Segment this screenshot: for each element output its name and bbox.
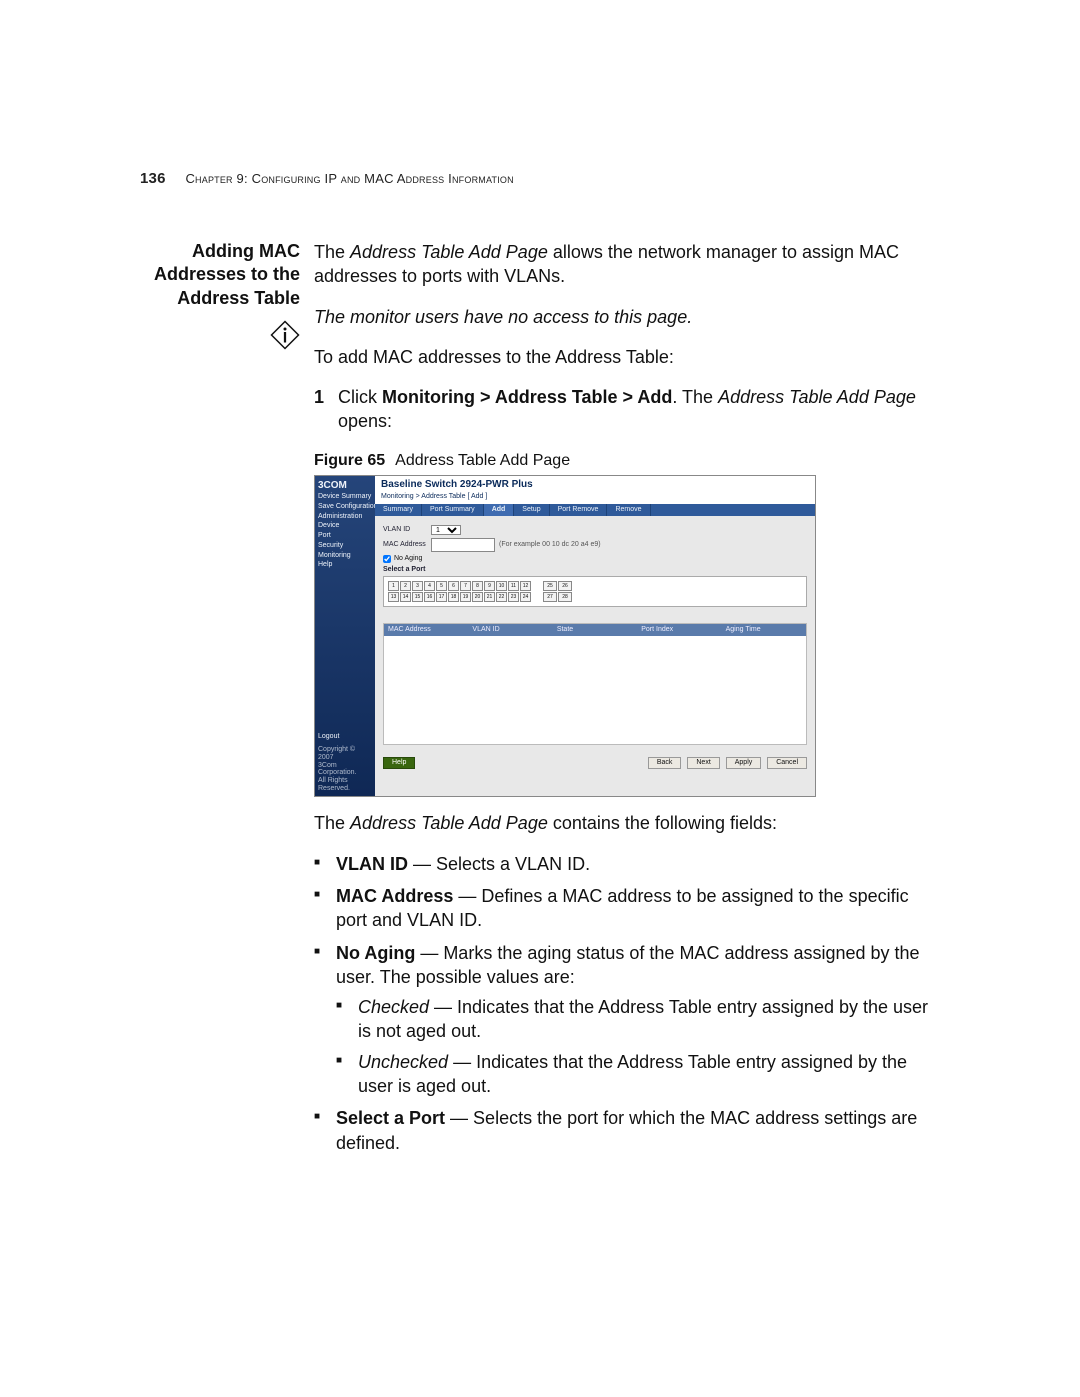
- port-cell[interactable]: 5: [436, 581, 447, 591]
- nav-item[interactable]: Administration: [318, 513, 372, 521]
- port-cell[interactable]: 12: [520, 581, 531, 591]
- cancel-button[interactable]: Cancel: [767, 757, 807, 769]
- step-1: 1 Click Monitoring > Address Table > Add…: [314, 385, 940, 434]
- nav-item[interactable]: Save Configuration: [318, 503, 372, 511]
- port-grid[interactable]: 123456789101112131415161718192021222324: [388, 581, 531, 602]
- back-button[interactable]: Back: [648, 757, 682, 769]
- tab-summary[interactable]: Summary: [375, 504, 422, 516]
- port-cell[interactable]: 4: [424, 581, 435, 591]
- tab-port-remove[interactable]: Port Remove: [550, 504, 608, 516]
- nav-item[interactable]: Device: [318, 522, 372, 530]
- port-cell[interactable]: 23: [508, 592, 519, 602]
- th-mac: MAC Address: [384, 624, 468, 636]
- port-selector: 123456789101112131415161718192021222324 …: [383, 576, 807, 607]
- fig-sidebar: 3COM Device Summary Save Configuration A…: [315, 476, 375, 796]
- fig-footer: Help Back Next Apply Cancel: [375, 751, 815, 775]
- page-number: 136: [140, 170, 166, 187]
- list-item: No Aging — Marks the aging status of the…: [314, 941, 940, 1099]
- body-column: The Address Table Add Page allows the ne…: [314, 240, 940, 1163]
- info-icon: [270, 320, 300, 355]
- margin-column: Adding MAC Addresses to the Address Tabl…: [140, 240, 314, 1163]
- th-aging: Aging Time: [722, 624, 806, 636]
- device-title: Baseline Switch 2924-PWR Plus: [375, 476, 815, 493]
- list-item: Select a Port — Selects the port for whi…: [314, 1106, 940, 1155]
- th-vlan: VLAN ID: [468, 624, 552, 636]
- tab-setup[interactable]: Setup: [514, 504, 549, 516]
- section-heading: Adding MAC Addresses to the Address Tabl…: [140, 240, 300, 310]
- nav-item[interactable]: Port: [318, 532, 372, 540]
- fig-form: VLAN ID 1 MAC Address (For example 00 10…: [375, 516, 815, 614]
- vlan-select[interactable]: 1: [431, 525, 461, 535]
- help-button[interactable]: Help: [383, 757, 415, 769]
- running-head: 136 Chapter 9: Configuring IP and MAC Ad…: [140, 170, 514, 187]
- brand-logo: 3COM: [318, 480, 372, 491]
- breadcrumb: Monitoring > Address Table [ Add ]: [375, 493, 815, 504]
- port-grid-extra[interactable]: 25262728: [543, 581, 572, 602]
- th-state: State: [553, 624, 637, 636]
- port-cell[interactable]: 26: [558, 581, 572, 591]
- nav-item[interactable]: Device Summary: [318, 493, 372, 501]
- list-item: VLAN ID — Selects a VLAN ID.: [314, 852, 940, 876]
- port-cell[interactable]: 13: [388, 592, 399, 602]
- port-cell[interactable]: 9: [484, 581, 495, 591]
- port-cell[interactable]: 21: [484, 592, 495, 602]
- mac-input[interactable]: [431, 538, 495, 552]
- port-cell[interactable]: 17: [436, 592, 447, 602]
- tab-port-summary[interactable]: Port Summary: [422, 504, 484, 516]
- nav-item[interactable]: Monitoring: [318, 552, 372, 560]
- fig-main: Baseline Switch 2924-PWR Plus Monitoring…: [375, 476, 815, 796]
- fig-nav: Device Summary Save Configuration Admini…: [318, 493, 372, 569]
- figure-screenshot: 3COM Device Summary Save Configuration A…: [314, 475, 816, 797]
- nav-item[interactable]: Help: [318, 561, 372, 569]
- port-cell[interactable]: 7: [460, 581, 471, 591]
- logout-link[interactable]: Logout: [318, 733, 372, 741]
- list-item: MAC Address — Defines a MAC address to b…: [314, 884, 940, 933]
- port-cell[interactable]: 16: [424, 592, 435, 602]
- mac-hint: (For example 00 10 dc 20 a4 e9): [499, 541, 601, 549]
- select-port-label: Select a Port: [383, 566, 425, 574]
- port-cell[interactable]: 3: [412, 581, 423, 591]
- list-item: Checked — Indicates that the Address Tab…: [336, 995, 940, 1044]
- nav-item[interactable]: Security: [318, 542, 372, 550]
- port-cell[interactable]: 2: [400, 581, 411, 591]
- chapter-title: Chapter 9: Configuring IP and MAC Addres…: [185, 171, 513, 186]
- tab-remove[interactable]: Remove: [607, 504, 650, 516]
- note-paragraph: The monitor users have no access to this…: [314, 305, 940, 329]
- step-number: 1: [314, 385, 338, 434]
- port-cell[interactable]: 14: [400, 592, 411, 602]
- port-cell[interactable]: 11: [508, 581, 519, 591]
- apply-button[interactable]: Apply: [726, 757, 762, 769]
- lead-in: To add MAC addresses to the Address Tabl…: [314, 345, 940, 369]
- next-button[interactable]: Next: [687, 757, 719, 769]
- intro-paragraph: The Address Table Add Page allows the ne…: [314, 240, 940, 289]
- field-list: VLAN ID — Selects a VLAN ID. MAC Address…: [314, 852, 940, 1155]
- port-cell[interactable]: 19: [460, 592, 471, 602]
- port-cell[interactable]: 6: [448, 581, 459, 591]
- fig-table: MAC Address VLAN ID State Port Index Agi…: [383, 623, 807, 745]
- after-fig-paragraph: The Address Table Add Page contains the …: [314, 811, 940, 835]
- list-item: Unchecked — Indicates that the Address T…: [336, 1050, 940, 1099]
- no-aging-label: No Aging: [394, 555, 422, 563]
- port-cell[interactable]: 20: [472, 592, 483, 602]
- port-cell[interactable]: 10: [496, 581, 507, 591]
- fig-tabs: Summary Port Summary Add Setup Port Remo…: [375, 504, 815, 516]
- port-cell[interactable]: 1: [388, 581, 399, 591]
- port-cell[interactable]: 28: [558, 592, 572, 602]
- port-cell[interactable]: 8: [472, 581, 483, 591]
- mac-label: MAC Address: [383, 541, 431, 549]
- copyright-text: Copyright © 2007 3Com Corporation. All R…: [318, 746, 372, 792]
- port-cell[interactable]: 25: [543, 581, 557, 591]
- port-cell[interactable]: 22: [496, 592, 507, 602]
- vlan-label: VLAN ID: [383, 526, 431, 534]
- port-cell[interactable]: 27: [543, 592, 557, 602]
- port-cell[interactable]: 15: [412, 592, 423, 602]
- figure-caption: Figure 65Address Table Add Page: [314, 450, 940, 472]
- manual-page: 136 Chapter 9: Configuring IP and MAC Ad…: [0, 0, 1080, 1397]
- no-aging-checkbox[interactable]: [383, 555, 391, 563]
- tab-add[interactable]: Add: [484, 504, 515, 516]
- port-cell[interactable]: 24: [520, 592, 531, 602]
- th-port: Port Index: [637, 624, 721, 636]
- port-cell[interactable]: 18: [448, 592, 459, 602]
